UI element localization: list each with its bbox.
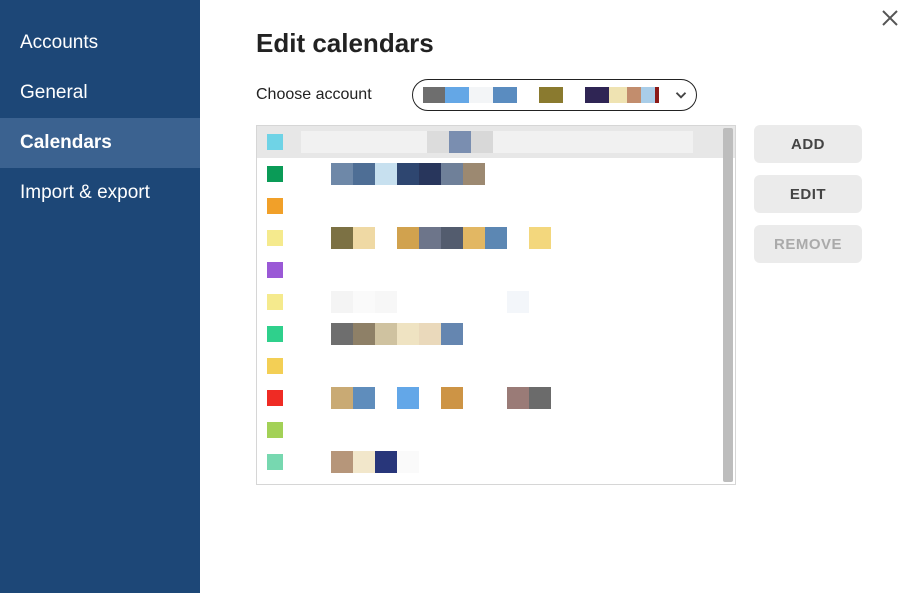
sidebar-item-import-export[interactable]: Import & export (0, 168, 200, 218)
choose-account-label: Choose account (256, 86, 372, 104)
calendar-color-swatch (267, 262, 283, 278)
account-chip (445, 87, 469, 103)
choose-account-row: Choose account (256, 79, 872, 111)
calendar-row[interactable] (257, 222, 735, 254)
calendar-name-redacted (301, 451, 419, 473)
account-chip (423, 87, 445, 103)
sidebar-item-general[interactable]: General (0, 68, 200, 118)
main-panel: Edit calendars Choose account ADD EDIT R… (200, 0, 912, 593)
sidebar: Accounts General Calendars Import & expo… (0, 0, 200, 593)
sidebar-item-calendars[interactable]: Calendars (0, 118, 200, 168)
calendar-list[interactable] (256, 125, 736, 485)
account-chip (539, 87, 563, 103)
calendar-color-swatch (267, 390, 283, 406)
action-buttons: ADD EDIT REMOVE (754, 125, 862, 263)
calendar-color-swatch (267, 198, 283, 214)
calendar-name-redacted (301, 227, 551, 249)
account-chip (585, 87, 609, 103)
calendar-color-swatch (267, 326, 283, 342)
calendar-row[interactable] (257, 318, 735, 350)
calendar-color-swatch (267, 454, 283, 470)
account-chip (563, 87, 585, 103)
calendar-color-swatch (267, 166, 283, 182)
account-select[interactable] (412, 79, 697, 111)
account-chip (655, 87, 659, 103)
calendar-name-redacted (301, 131, 693, 153)
calendar-row[interactable] (257, 478, 735, 484)
account-select-value (423, 87, 659, 103)
account-chip (493, 87, 517, 103)
calendar-row[interactable] (257, 414, 735, 446)
calendar-color-swatch (267, 422, 283, 438)
close-button[interactable] (878, 6, 902, 30)
sidebar-item-accounts[interactable]: Accounts (0, 18, 200, 68)
add-button[interactable]: ADD (754, 125, 862, 163)
calendar-name-redacted (301, 323, 463, 345)
remove-button: REMOVE (754, 225, 862, 263)
calendar-row[interactable] (257, 446, 735, 478)
account-chip (641, 87, 655, 103)
calendar-name-redacted (301, 387, 551, 409)
account-chip (517, 87, 539, 103)
calendar-color-swatch (267, 294, 283, 310)
calendar-row[interactable] (257, 158, 735, 190)
calendar-color-swatch (267, 134, 283, 150)
calendar-row[interactable] (257, 382, 735, 414)
calendar-row[interactable] (257, 254, 735, 286)
calendar-row[interactable] (257, 350, 735, 382)
scrollbar[interactable] (723, 128, 733, 482)
chevron-down-icon (672, 86, 690, 104)
calendar-row[interactable] (257, 126, 735, 158)
page-title: Edit calendars (256, 28, 872, 59)
calendar-color-swatch (267, 358, 283, 374)
calendar-color-swatch (267, 230, 283, 246)
calendar-name-redacted (301, 291, 529, 313)
calendar-row[interactable] (257, 190, 735, 222)
account-chip (609, 87, 627, 103)
calendar-row[interactable] (257, 286, 735, 318)
account-chip (627, 87, 641, 103)
edit-button[interactable]: EDIT (754, 175, 862, 213)
account-chip (469, 87, 493, 103)
close-icon (878, 6, 902, 30)
calendar-name-redacted (301, 163, 485, 185)
